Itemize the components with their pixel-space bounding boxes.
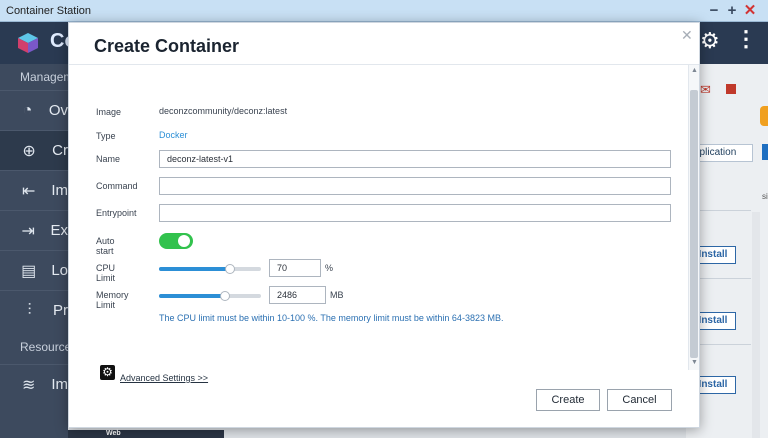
type-value: Docker: [159, 130, 188, 140]
orange-badge: [760, 106, 768, 126]
memory-slider-fill: [159, 294, 225, 298]
blue-tab: [762, 144, 768, 160]
create-icon: ⊕: [22, 142, 36, 160]
image-value: deconzcommunity/deconz:latest: [159, 106, 288, 116]
sidebar-item-images[interactable]: ≋ Im: [0, 364, 68, 404]
minimize-icon[interactable]: −: [706, 2, 722, 20]
dialog-scrollbar[interactable]: ▲ ▼: [688, 65, 699, 370]
dashboard-icon: ◔: [22, 101, 33, 119]
close-window-icon[interactable]: ✕: [742, 2, 758, 20]
dialog-title: Create Container: [94, 36, 240, 56]
sidebar-item-export[interactable]: ⇥ Ex: [0, 210, 68, 250]
import-icon: ⇤: [21, 182, 36, 200]
layers-icon: ≋: [21, 376, 36, 394]
container-station-logo: [18, 33, 38, 53]
mail-icon: ✉: [700, 82, 711, 97]
dialog-body: Image deconzcommunity/deconz:latest Type…: [69, 65, 687, 383]
image-label: Image: [96, 107, 122, 117]
window-title: Container Station: [6, 5, 91, 17]
sidebar: Manageme ◔ Ov ⊕ Cr ⇤ Im ⇥ Ex ▤ Lo ⫶ Pr R…: [0, 64, 81, 438]
more-menu-icon[interactable]: ⋮: [735, 26, 757, 52]
entrypoint-input[interactable]: [159, 204, 671, 222]
sidebar-item-create[interactable]: ⊕ Cr: [0, 130, 68, 170]
sidebar-item-preferences[interactable]: ⫶ Pr: [0, 290, 68, 330]
sidebar-item-label: Lo: [51, 262, 68, 279]
type-label: Type: [96, 131, 116, 141]
cpu-slider-handle[interactable]: [225, 264, 235, 274]
cpu-limit-input[interactable]: 70: [269, 259, 321, 277]
sidebar-item-overview[interactable]: ◔ Ov: [0, 90, 68, 130]
create-button[interactable]: Create: [536, 389, 600, 411]
memory-limit-slider[interactable]: [159, 291, 261, 301]
scroll-up-icon[interactable]: ▲: [690, 67, 699, 74]
close-icon[interactable]: ✕: [681, 27, 693, 44]
cpu-unit: %: [325, 263, 334, 273]
cancel-button[interactable]: Cancel: [607, 389, 672, 411]
entrypoint-label: Entrypoint: [96, 208, 137, 218]
advanced-settings-link[interactable]: Advanced Settings >>: [120, 373, 208, 383]
name-label: Name: [96, 154, 121, 164]
command-input[interactable]: [159, 177, 671, 195]
bottom-text: Web: [106, 430, 121, 437]
memory-limit-label: Memory Limit: [96, 290, 129, 310]
scroll-down-icon[interactable]: ▼: [690, 359, 699, 366]
sidebar-item-import[interactable]: ⇤ Im: [0, 170, 68, 210]
sidebar-item-label: Ex: [50, 222, 68, 239]
name-input[interactable]: deconz-latest-v1: [159, 150, 671, 168]
sidebar-item-label: Pr: [53, 302, 68, 319]
sidebar-item-label: Im: [51, 376, 68, 393]
sidebar-section-resource: Resource: [20, 340, 72, 354]
dialog-header: Create Container ✕: [69, 23, 699, 65]
cpu-limit-slider[interactable]: [159, 264, 261, 274]
preferences-icon: ⫶: [27, 301, 32, 319]
sidebar-item-label: Im: [51, 182, 68, 199]
limit-hint: The CPU limit must be within 10-100 %. T…: [159, 313, 504, 323]
memory-limit-input[interactable]: 2486: [269, 286, 326, 304]
autostart-toggle[interactable]: [159, 233, 193, 249]
sidebar-item-log[interactable]: ▤ Lo: [0, 250, 68, 290]
memory-unit: MB: [330, 290, 344, 300]
command-label: Command: [96, 181, 138, 191]
autostart-label: Auto start: [96, 236, 115, 256]
cpu-slider-fill: [159, 267, 230, 271]
settings-gear-icon[interactable]: ⚙: [100, 365, 115, 380]
maximize-icon[interactable]: +: [724, 2, 740, 20]
bottom-strip: Web: [68, 430, 224, 438]
gear-icon[interactable]: ⚙: [700, 28, 720, 54]
cpu-limit-label: CPU Limit: [96, 263, 116, 283]
window-titlebar: Container Station − + ✕: [0, 0, 768, 22]
memory-slider-handle[interactable]: [220, 291, 230, 301]
calendar-icon: [726, 84, 736, 94]
sidebar-section-management: Manageme: [20, 70, 81, 84]
scrollbar-thumb[interactable]: [690, 90, 698, 358]
create-container-dialog: Create Container ✕ Image deconzcommunity…: [68, 22, 700, 428]
toggle-knob: [178, 235, 190, 247]
cut-text: si: [762, 192, 768, 201]
export-icon: ⇥: [21, 222, 35, 240]
sidebar-item-label: Ov: [48, 102, 68, 119]
bg-scrollbar[interactable]: [752, 212, 760, 438]
log-icon: ▤: [21, 262, 37, 280]
sidebar-item-label: Cr: [52, 142, 68, 159]
